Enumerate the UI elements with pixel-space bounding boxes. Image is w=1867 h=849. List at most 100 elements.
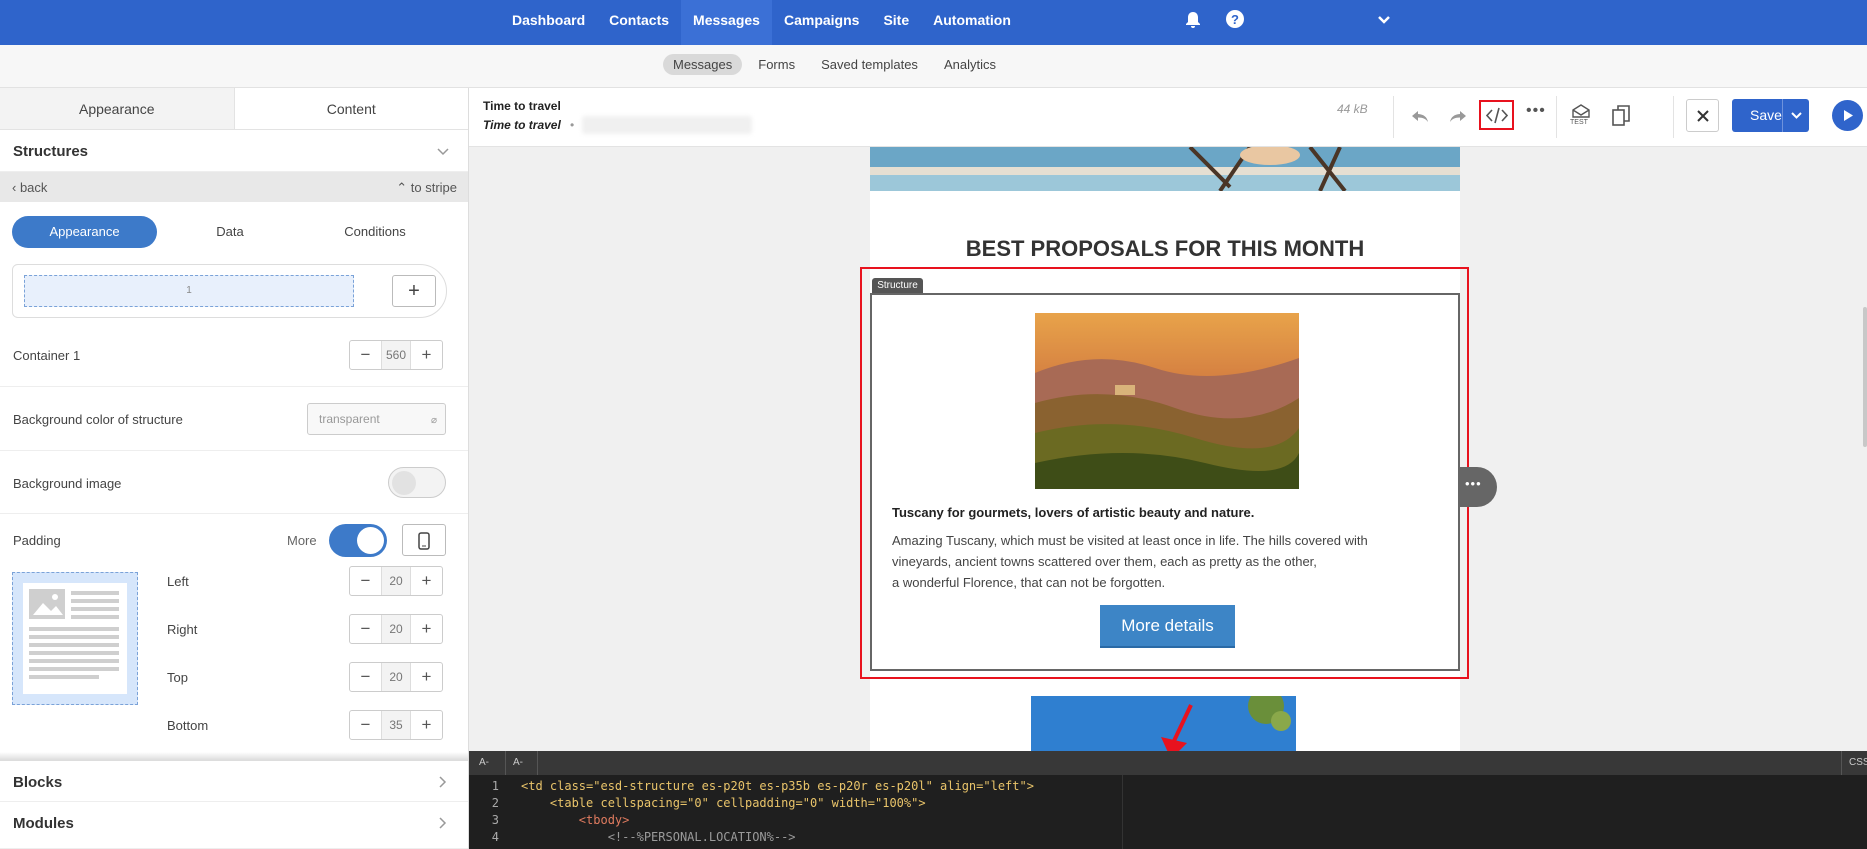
code-icon xyxy=(1486,107,1508,124)
beach-banner-image[interactable] xyxy=(870,147,1460,191)
nav-site[interactable]: Site xyxy=(871,0,921,45)
to-stripe-link[interactable]: ⌃ to stripe xyxy=(396,180,457,196)
structure-nav-bar: ‹ back ⌃ to stripe xyxy=(0,172,468,202)
padding-preview xyxy=(12,572,138,705)
blocks-section[interactable]: Blocks xyxy=(0,760,468,802)
message-name[interactable]: Time to travel xyxy=(483,99,561,113)
line-number: 3 xyxy=(491,813,499,827)
bg-color-input[interactable]: transparent ⌀ xyxy=(307,403,446,435)
padding-more-toggle[interactable] xyxy=(329,524,387,557)
subtab-conditions[interactable]: Conditions xyxy=(325,224,425,239)
more-options-icon[interactable]: ••• xyxy=(1526,102,1546,120)
subnav-messages[interactable]: Messages xyxy=(663,54,743,75)
chevron-down-icon xyxy=(437,148,449,156)
test-button[interactable]: TEST xyxy=(1570,104,1592,130)
code-line: <td class="esd-structure es-p20t es-p35b… xyxy=(521,779,1034,793)
nav-messages[interactable]: Messages xyxy=(681,0,772,45)
line-number: 4 xyxy=(491,830,499,844)
line-number: 1 xyxy=(491,779,499,793)
settings-panel: Appearance Content Structures ‹ back ⌃ t… xyxy=(0,88,469,849)
bg-image-toggle[interactable] xyxy=(388,467,446,498)
content-preview-icon xyxy=(29,589,119,679)
modules-section[interactable]: Modules xyxy=(0,802,468,849)
bell-icon[interactable] xyxy=(1183,10,1203,30)
subnav-forms[interactable]: Forms xyxy=(748,54,805,75)
chevron-down-icon xyxy=(1791,112,1802,119)
svg-text:?: ? xyxy=(1231,12,1239,27)
padding-left-stepper[interactable]: −20 + xyxy=(349,566,443,596)
card-title: Tuscany for gourmets, lovers of artistic… xyxy=(892,505,1255,520)
back-link[interactable]: ‹ back xyxy=(12,180,47,195)
structures-title: Structures xyxy=(13,143,89,160)
more-details-button[interactable]: More details xyxy=(1100,605,1235,648)
add-container-button[interactable]: + xyxy=(392,275,436,307)
message-size: 44 kB xyxy=(1337,102,1368,116)
blocks-title: Blocks xyxy=(13,774,63,791)
main-nav: Dashboard Contacts Messages Campaigns Si… xyxy=(500,0,1023,45)
more-label: More xyxy=(287,533,317,548)
red-arrow-annotation xyxy=(1161,704,1193,751)
container-slot[interactable]: 1 xyxy=(24,275,354,307)
tab-appearance[interactable]: Appearance xyxy=(0,88,234,129)
account-chevron-down-icon[interactable] xyxy=(1377,13,1391,27)
line-number: 2 xyxy=(491,796,499,810)
font-decrease-button[interactable]: A- xyxy=(479,757,489,768)
play-icon xyxy=(1844,110,1853,121)
nav-campaigns[interactable]: Campaigns xyxy=(772,0,871,45)
message-subject[interactable]: Time to travel xyxy=(483,118,561,132)
container-layout-box: 1 + xyxy=(12,264,447,318)
subtab-appearance[interactable]: Appearance xyxy=(12,216,157,248)
css-tab[interactable]: CSS xyxy=(1849,757,1867,768)
editor-toolbar: Time to travel Time to travel • 44 kB ••… xyxy=(469,88,1867,147)
top-navigation-bar: Dashboard Contacts Messages Campaigns Si… xyxy=(0,0,1867,45)
email-structure[interactable]: Tuscany for gourmets, lovers of artistic… xyxy=(870,293,1460,671)
container-width-stepper[interactable]: −560 + xyxy=(349,340,443,370)
code-editor-button[interactable] xyxy=(1479,100,1514,130)
help-icon[interactable]: ? xyxy=(1225,9,1245,29)
padding-right-stepper[interactable]: −20 + xyxy=(349,614,443,644)
tab-content[interactable]: Content xyxy=(233,88,468,129)
canvas-scrollbar[interactable] xyxy=(1863,307,1867,447)
container-label: Container 1 xyxy=(13,348,81,363)
mobile-padding-button[interactable] xyxy=(402,524,446,556)
email-canvas: BEST PROPOSALS FOR THIS MONTH Structure … xyxy=(469,147,1867,751)
structure-actions-button[interactable]: ••• xyxy=(1459,467,1497,507)
preview-button[interactable] xyxy=(1832,100,1863,131)
subnav-analytics[interactable]: Analytics xyxy=(934,54,1006,75)
bg-color-label: Background color of structure xyxy=(13,412,183,427)
nav-dashboard[interactable]: Dashboard xyxy=(500,0,597,45)
sub-navigation-bar: Messages Forms Saved templates Analytics xyxy=(0,45,1867,88)
padding-top-stepper[interactable]: −20 + xyxy=(349,662,443,692)
structures-section-header[interactable]: Structures xyxy=(0,130,468,172)
chevron-right-icon xyxy=(439,776,447,788)
close-button[interactable] xyxy=(1686,99,1719,132)
nav-contacts[interactable]: Contacts xyxy=(597,0,681,45)
save-options-button[interactable] xyxy=(1782,99,1809,132)
padding-label: Padding xyxy=(13,533,61,548)
structure-badge[interactable]: Structure xyxy=(872,278,923,293)
code-editor-toolbar: A- A- CSS xyxy=(469,751,1867,775)
code-editor[interactable]: 1 2 3 4 <td class="esd-structure es-p20t… xyxy=(469,775,1867,849)
modules-title: Modules xyxy=(13,815,74,832)
nav-automation[interactable]: Automation xyxy=(921,0,1023,45)
code-line: <table cellspacing="0" cellpadding="0" w… xyxy=(521,796,926,810)
padding-right-label: Right xyxy=(167,622,198,637)
padding-left-label: Left xyxy=(167,574,189,589)
more-options-icon: ••• xyxy=(1465,476,1482,491)
preheader-blurred xyxy=(582,116,752,134)
mobile-icon xyxy=(418,532,430,550)
code-line: <!--%PERSONAL.LOCATION%--> xyxy=(521,830,796,844)
tuscany-image[interactable] xyxy=(1035,313,1299,489)
font-increase-button[interactable]: A- xyxy=(513,757,523,768)
padding-bottom-stepper[interactable]: −35 + xyxy=(349,710,443,740)
section-heading: BEST PROPOSALS FOR THIS MONTH xyxy=(965,236,1365,261)
subnav-saved-templates[interactable]: Saved templates xyxy=(811,54,928,75)
bg-image-label: Background image xyxy=(13,476,122,491)
undo-icon[interactable] xyxy=(1410,108,1430,124)
code-line: <tbody> xyxy=(521,813,630,827)
subject-separator: • xyxy=(570,118,575,132)
padding-top-label: Top xyxy=(167,670,188,685)
subtab-data[interactable]: Data xyxy=(180,224,280,239)
redo-icon[interactable] xyxy=(1448,108,1468,124)
copy-icon[interactable] xyxy=(1612,105,1630,127)
